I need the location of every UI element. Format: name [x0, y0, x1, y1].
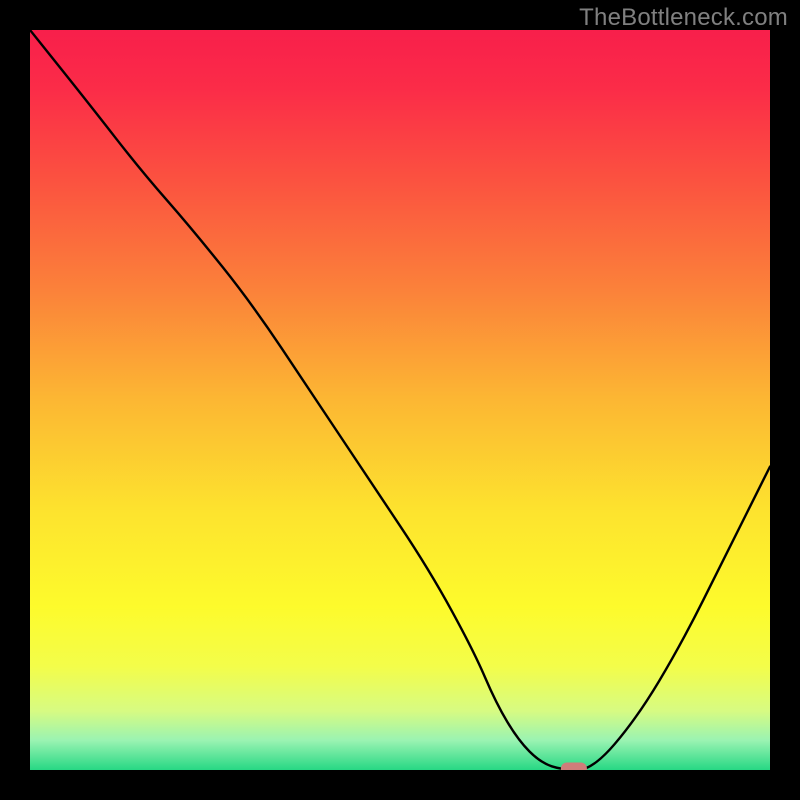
chart-svg — [30, 30, 770, 770]
optimal-marker — [561, 763, 587, 771]
plot-area — [30, 30, 770, 770]
chart-frame: TheBottleneck.com — [0, 0, 800, 800]
attribution-text: TheBottleneck.com — [579, 4, 788, 32]
gradient-rect — [30, 30, 770, 770]
